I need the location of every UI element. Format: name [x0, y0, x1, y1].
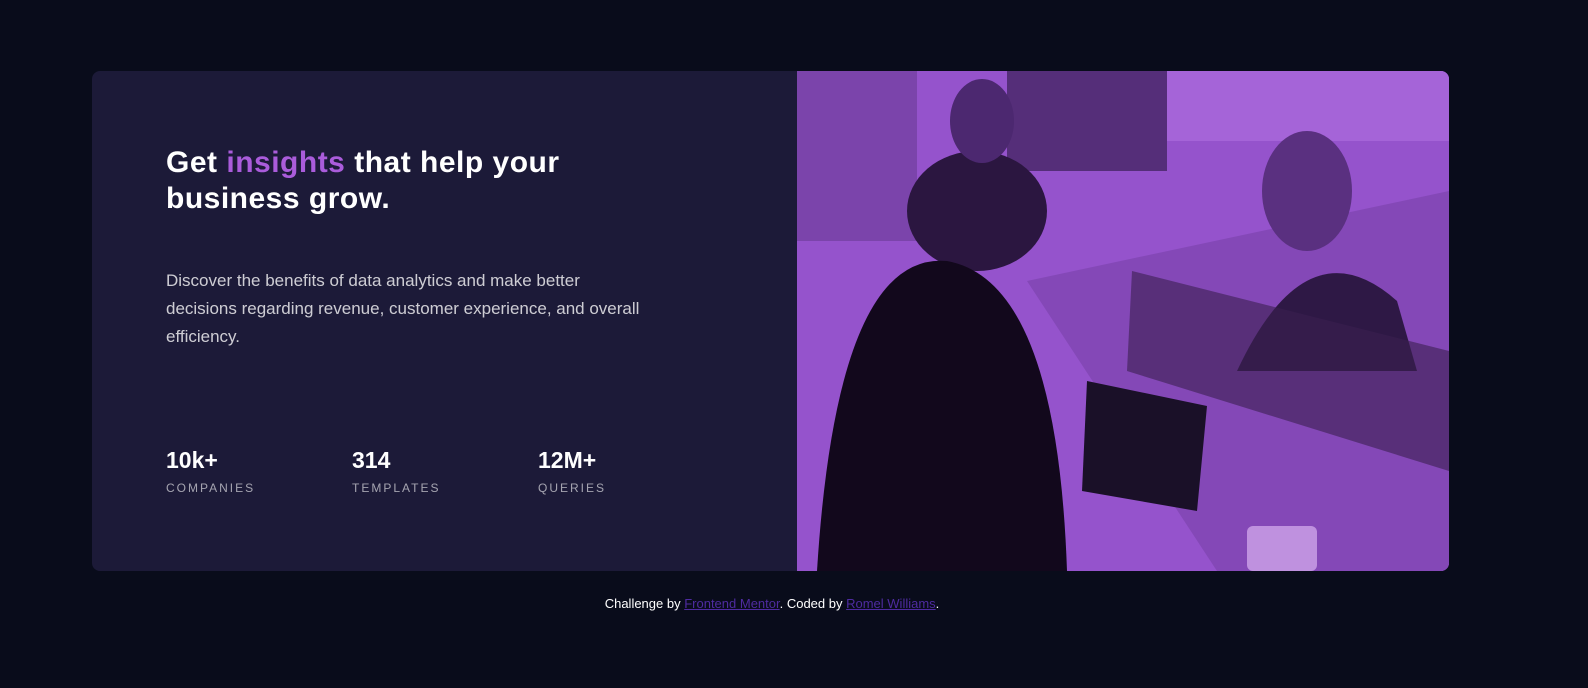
frontend-mentor-link[interactable]: Frontend Mentor [684, 596, 779, 611]
heading-text: Get [166, 146, 218, 179]
card-heading: Get insights that help your business gro… [166, 145, 636, 217]
footer-text: . Coded by [779, 596, 843, 611]
stat-label: QUERIES [538, 481, 607, 495]
card-content: Get insights that help your business gro… [92, 71, 797, 571]
stat-templates: 314 TEMPLATES [352, 447, 538, 495]
author-link[interactable]: Romel Williams [846, 596, 936, 611]
attribution-footer: Challenge by Frontend Mentor. Coded by R… [0, 596, 1544, 611]
stat-value: 10k+ [166, 447, 218, 473]
stat-companies: 10k+ COMPANIES [166, 447, 352, 495]
stats-list: 10k+ COMPANIES 314 TEMPLATES 12M+ QUERIE… [166, 447, 724, 495]
stat-value: 314 [352, 447, 391, 473]
footer-text: . [935, 596, 940, 611]
header-image [797, 71, 1449, 571]
office-photo [797, 71, 1449, 571]
stat-label: TEMPLATES [352, 481, 441, 495]
stat-label: COMPANIES [166, 481, 256, 495]
stat-queries: 12M+ QUERIES [538, 447, 724, 495]
card-description: Discover the benefits of data analytics … [166, 271, 640, 346]
stats-preview-card: Get insights that help your business gro… [92, 71, 1449, 571]
stat-value: 12M+ [538, 447, 597, 473]
footer-text: Challenge by [604, 596, 681, 611]
heading-accent: insights [226, 146, 346, 179]
